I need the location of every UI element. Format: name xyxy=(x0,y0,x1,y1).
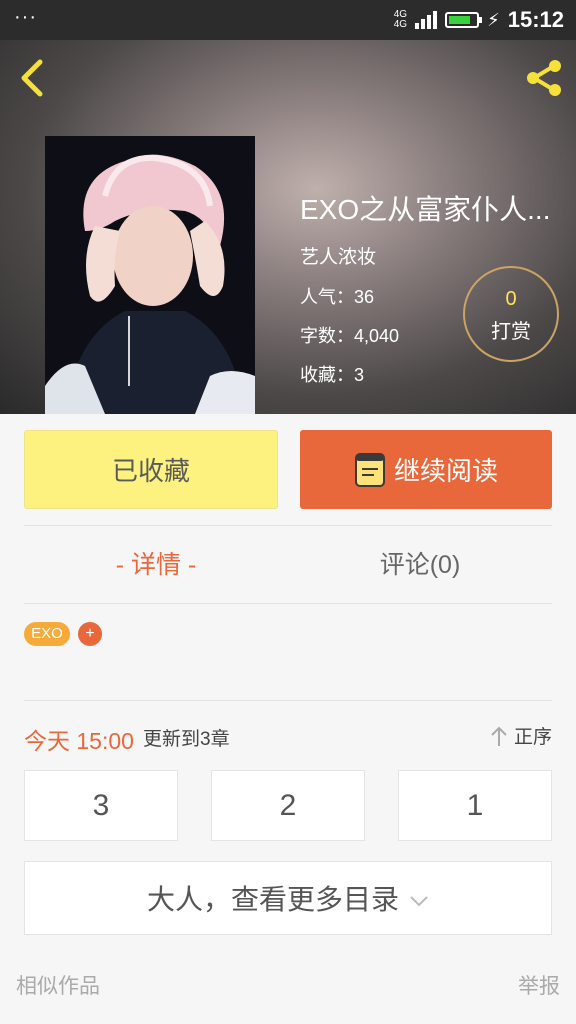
status-indicators: 4G 4G ⚡ 15:12 xyxy=(394,6,564,34)
word-count-label: 字数： xyxy=(300,326,354,346)
collections-stat: 收藏：3 xyxy=(300,361,560,387)
divider xyxy=(24,603,552,604)
divider xyxy=(24,700,552,701)
view-more-chapters-button[interactable]: 大人，查看更多目录 xyxy=(24,861,552,935)
tag-exo[interactable]: EXO xyxy=(24,622,70,646)
book-header: EXO之从富家仆人... 艺人浓妆 人气：36 字数：4,040 收藏：3 0 … xyxy=(0,40,576,414)
update-time: 今天 15:00 xyxy=(24,728,134,754)
book-cover-image[interactable] xyxy=(45,136,255,414)
status-time: 15:12 xyxy=(507,7,564,32)
network-indicator: 4G 4G xyxy=(394,10,407,30)
sort-label: 正序 xyxy=(513,727,552,748)
collections-label: 收藏： xyxy=(300,365,354,385)
chapter-item[interactable]: 3 xyxy=(24,770,178,841)
status-bar: ··· 4G 4G ⚡ 15:12 xyxy=(0,0,576,40)
view-more-label: 大人，查看更多目录 xyxy=(146,884,399,915)
continue-reading-label: 继续阅读 xyxy=(393,456,498,486)
word-count-value: 4,040 xyxy=(354,326,400,346)
report-link[interactable]: 举报 xyxy=(518,970,560,1000)
reward-count: 0 xyxy=(505,288,517,310)
battery-icon xyxy=(445,12,483,28)
network-label-2: 4G xyxy=(393,19,408,30)
arrow-up-icon xyxy=(491,726,507,746)
reward-label: 打赏 xyxy=(491,321,531,343)
sort-toggle[interactable]: 正序 xyxy=(490,722,552,749)
chapter-item[interactable]: 1 xyxy=(398,770,552,841)
status-dots: ··· xyxy=(14,6,37,28)
similar-works-heading: 相似作品 xyxy=(16,975,100,998)
charging-icon: ⚡ xyxy=(487,9,500,30)
collections-value: 3 xyxy=(354,365,365,385)
popularity-value: 36 xyxy=(354,287,375,307)
popularity-label: 人气： xyxy=(300,287,354,307)
continue-reading-button[interactable]: 继续阅读 xyxy=(300,430,552,509)
divider xyxy=(24,525,552,526)
collected-button[interactable]: 已收藏 xyxy=(24,430,278,509)
battery-fill xyxy=(449,16,470,24)
signal-icon xyxy=(415,11,438,29)
reward-button[interactable]: 0 打赏 xyxy=(463,266,559,362)
author-name[interactable]: 艺人浓妆 xyxy=(300,242,560,269)
update-status: 更新到3章 xyxy=(143,729,230,750)
back-arrow-icon[interactable] xyxy=(16,58,50,98)
tab-details[interactable]: - 详情 - xyxy=(24,545,288,581)
book-title: EXO之从富家仆人... xyxy=(300,194,551,225)
tab-comments[interactable]: 评论(0) xyxy=(288,545,552,581)
chapter-item[interactable]: 2 xyxy=(211,770,365,841)
share-icon[interactable] xyxy=(524,58,564,98)
add-tag-button[interactable]: + xyxy=(78,622,102,646)
book-icon xyxy=(354,452,385,487)
collected-label: 已收藏 xyxy=(111,456,190,486)
chevron-down-icon xyxy=(410,896,428,907)
